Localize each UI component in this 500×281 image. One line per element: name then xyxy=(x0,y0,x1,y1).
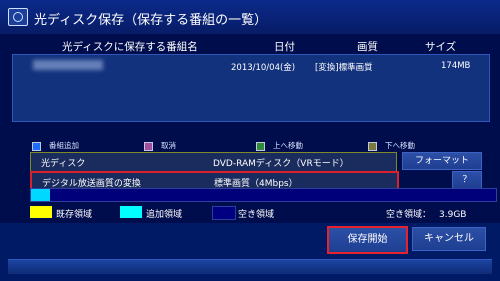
program-date: 2013/10/04(金) xyxy=(231,63,296,73)
program-row[interactable]: 2013/10/04(金) [変換]標準画質 174MB xyxy=(13,55,489,77)
existing-color-box xyxy=(30,206,52,218)
legend-move-down: 下へ移動 xyxy=(368,140,415,151)
title-bar: 光ディスク保存（保存する番組の一覧） xyxy=(0,0,500,34)
disc-value: DVD-RAMディスク（VRモード） xyxy=(213,159,349,169)
free-space-value: 3.9GB xyxy=(439,210,467,220)
legend-add: 番組追加 xyxy=(32,140,79,151)
green-key-icon xyxy=(256,141,265,151)
disc-label: 光ディスク xyxy=(41,159,86,169)
help-button[interactable]: ？ xyxy=(452,171,482,189)
cancel-button[interactable]: キャンセル xyxy=(412,227,486,251)
list-headers: 光ディスクに保存する番組名 日付 画質 サイズ xyxy=(10,36,490,54)
program-name-blurred xyxy=(33,60,103,70)
legend-move-up: 上へ移動 xyxy=(256,140,303,151)
yellow-key-icon xyxy=(368,141,377,151)
header-size: サイズ xyxy=(425,41,457,53)
disc-usage-bar xyxy=(30,188,497,202)
header-date: 日付 xyxy=(274,41,295,53)
program-list: 2013/10/04(金) [変換]標準画質 174MB xyxy=(12,54,490,122)
blue-key-icon xyxy=(32,141,41,151)
bottom-panel xyxy=(8,259,492,274)
format-button[interactable]: フォーマット xyxy=(402,152,482,170)
purple-key-icon xyxy=(144,141,153,151)
program-size: 174MB xyxy=(441,61,471,71)
legend-cancel: 取消 xyxy=(144,140,176,151)
header-program-name: 光ディスクに保存する番組名 xyxy=(62,41,198,53)
header-quality: 画質 xyxy=(357,41,378,53)
free-space: 空き領域： 3.9GB xyxy=(386,207,474,220)
disc-app-icon xyxy=(8,8,28,26)
added-color-box xyxy=(120,206,142,218)
disc-setting[interactable]: 光ディスク DVD-RAMディスク（VRモード） xyxy=(30,152,397,172)
usage-fill xyxy=(31,189,50,201)
start-save-button[interactable]: 保存開始 xyxy=(327,226,408,254)
page-title: 光ディスク保存（保存する番組の一覧） xyxy=(34,13,268,28)
free-color-box xyxy=(212,206,236,220)
program-quality: [変換]標準画質 xyxy=(315,63,373,73)
free-space-label: 空き領域： xyxy=(386,210,432,220)
